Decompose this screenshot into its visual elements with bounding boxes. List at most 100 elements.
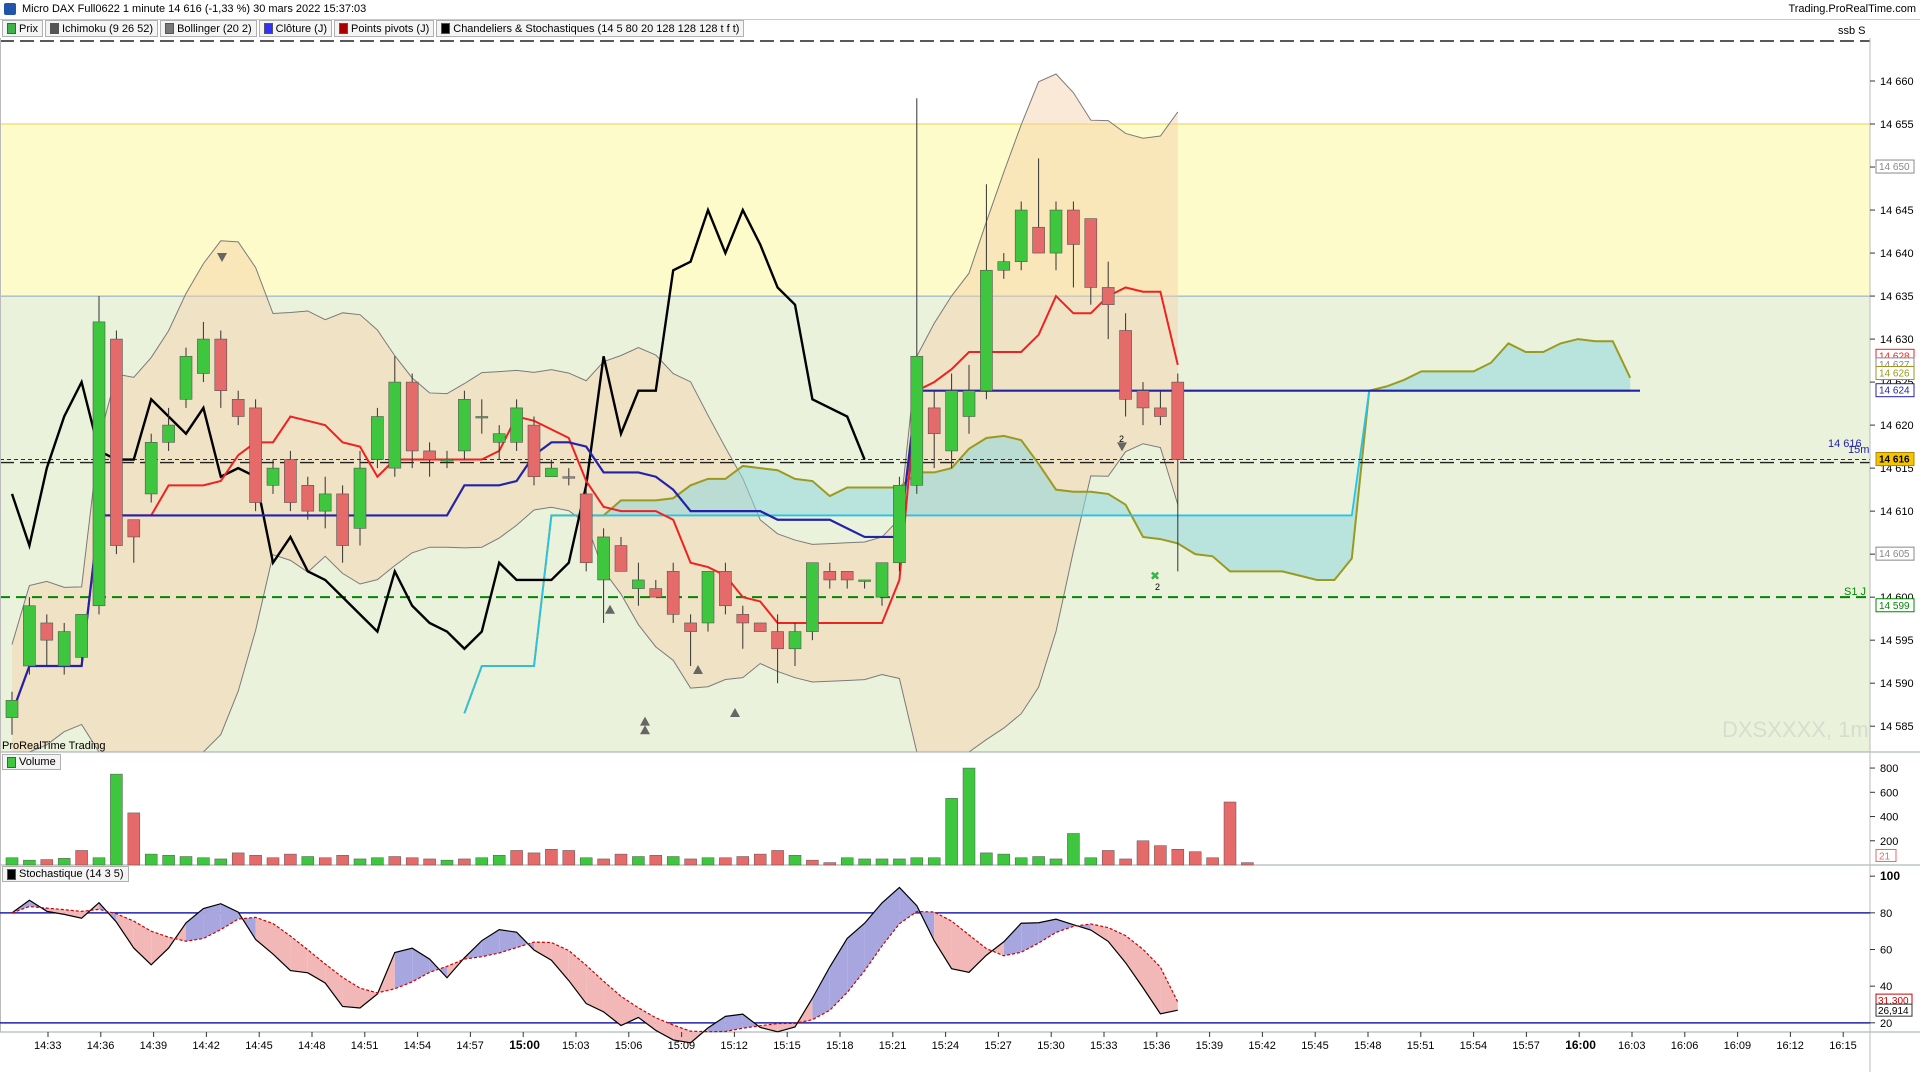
stoch-fill-segment — [499, 929, 517, 953]
stoch-tick-label: 40 — [1880, 981, 1892, 993]
volume-bar — [1188, 851, 1202, 866]
volume-panel-label[interactable]: Volume — [2, 754, 61, 770]
candle-body — [110, 338, 123, 546]
stochastic-panel-label[interactable]: Stochastique (14 3 5) — [2, 866, 129, 882]
candle-body — [980, 269, 993, 391]
time-tick-label: 15:09 — [668, 1040, 696, 1052]
volume-bar — [597, 858, 610, 866]
volume-bar — [527, 852, 541, 866]
volume-bar — [701, 857, 715, 866]
stoch-tick-label: 60 — [1880, 945, 1892, 957]
candle-body — [597, 536, 610, 581]
volume-bar — [301, 856, 315, 866]
time-tick-label: 15:15 — [773, 1040, 801, 1052]
price-tick-label: 14 640 — [1880, 248, 1914, 260]
candle-body — [405, 381, 419, 452]
candle-body — [440, 459, 454, 462]
ssb-label: ssb S — [1838, 25, 1866, 37]
price-tick-label: 14 590 — [1880, 678, 1914, 690]
last-price-label: 14 616 — [1879, 455, 1910, 466]
volume-bar — [945, 798, 958, 866]
time-tick-label: 15:45 — [1301, 1040, 1329, 1052]
time-tick-label: 15:51 — [1407, 1040, 1435, 1052]
candle-body — [371, 416, 384, 460]
volume-bar — [492, 855, 506, 866]
candle-body — [719, 571, 732, 607]
stoch-fill-segment — [551, 942, 569, 981]
time-tick-label: 16:09 — [1724, 1040, 1752, 1052]
stoch-fill-segment — [133, 921, 152, 965]
volume-bar — [353, 858, 367, 866]
price-tick-label: 14 610 — [1880, 506, 1914, 518]
time-tick-label: 16:06 — [1671, 1040, 1699, 1052]
volume-bar — [840, 857, 854, 866]
candle-body — [1032, 226, 1045, 254]
time-tick-label: 14:51 — [351, 1040, 379, 1052]
volume-bar — [318, 857, 332, 866]
chart-canvas[interactable]: 22✖14 58514 59014 59514 60014 60514 6101… — [0, 0, 1920, 1080]
candle-body — [527, 424, 541, 478]
software-label: ProRealTime Trading — [2, 740, 106, 752]
time-tick-label: 14:42 — [192, 1040, 220, 1052]
candle-body — [753, 622, 767, 632]
volume-panel-title: Volume — [19, 756, 56, 768]
time-tick-label: 15:39 — [1196, 1040, 1224, 1052]
volume-bar — [614, 853, 628, 866]
volume-bar — [40, 859, 54, 866]
time-tick-label: 14:57 — [456, 1040, 484, 1052]
stoch-fill-segment — [116, 913, 134, 949]
stochastic-swatch — [7, 868, 16, 880]
volume-last-label: 21 — [1879, 851, 1891, 862]
volume-bar — [927, 857, 941, 866]
volume-bar — [806, 859, 819, 866]
volume-bar — [545, 848, 558, 866]
volume-bar — [127, 812, 141, 866]
candle-body — [127, 519, 141, 538]
volume-bar — [1241, 862, 1254, 866]
signal-marker-label: 2 — [1119, 434, 1124, 444]
volume-tick-label: 600 — [1880, 787, 1898, 799]
volume-bar — [57, 858, 71, 866]
candle-body — [249, 407, 262, 503]
volume-bar — [440, 859, 454, 866]
stoch-tick-label: 20 — [1880, 1018, 1892, 1030]
candle-body — [423, 450, 436, 460]
volume-bar — [684, 858, 697, 866]
time-tick-label: 16:03 — [1618, 1040, 1646, 1052]
volume-bar — [1084, 857, 1098, 866]
candle-body — [945, 390, 958, 452]
volume-bar — [475, 857, 489, 866]
time-tick-label: 16:00 — [1565, 1038, 1596, 1052]
volume-bar — [910, 857, 924, 866]
price-tick-label: 14 655 — [1880, 119, 1914, 131]
candle-body — [997, 261, 1011, 271]
candle-body — [579, 493, 593, 564]
candle-body — [771, 631, 784, 650]
candle-body — [475, 416, 489, 419]
volume-bar — [1101, 850, 1115, 866]
volume-bar — [371, 857, 384, 866]
price-axis-box-label: 14 605 — [1879, 549, 1910, 560]
candle-body — [545, 467, 558, 478]
close-line-suffix: 15m — [1848, 444, 1870, 456]
candle-body — [458, 399, 471, 452]
candle-body — [962, 390, 976, 417]
time-tick-label: 15:48 — [1354, 1040, 1382, 1052]
stoch-fill-segment — [1021, 922, 1039, 953]
volume-bar — [1049, 858, 1063, 866]
candle-body — [1014, 209, 1028, 262]
stoch-fill-segment — [1056, 919, 1074, 933]
candle-body — [23, 605, 36, 667]
price-tick-label: 14 660 — [1880, 76, 1914, 88]
stoch-fill-segment — [882, 887, 900, 946]
volume-bar — [1032, 856, 1045, 866]
volume-swatch — [7, 756, 16, 768]
volume-bar — [753, 853, 767, 866]
volume-bar — [632, 856, 645, 866]
volume-tick-label: 200 — [1880, 836, 1898, 848]
volume-bar — [736, 856, 750, 866]
volume-bar — [579, 857, 593, 866]
signal-marker-label: 2 — [1155, 582, 1160, 592]
candle-body — [893, 485, 906, 564]
time-tick-label: 15:54 — [1460, 1040, 1488, 1052]
